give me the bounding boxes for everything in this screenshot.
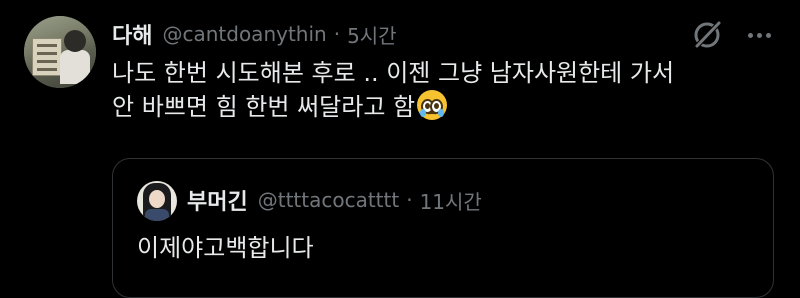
timestamp[interactable]: 5시간 (347, 20, 397, 49)
grok-icon[interactable] (690, 18, 724, 52)
pleading-face-emoji-icon (417, 90, 448, 120)
quoted-avatar-shirt (145, 209, 169, 221)
quoted-separator-dot: · (406, 188, 413, 212)
avatar-person-head (64, 30, 86, 52)
more-options-icon[interactable] (742, 20, 776, 50)
tweet-text-line-1: 나도 한번 시도해본 후로 .. 이젠 그냥 남자사원한테 가서 (112, 59, 675, 87)
tweet-text: 나도 한번 시도해본 후로 .. 이젠 그냥 남자사원한테 가서 안 바쁘면 힘… (112, 56, 782, 124)
tweet-header: 다해 @cantdoanythin · 5시간 (112, 16, 397, 52)
tweet[interactable]: 다해 @cantdoanythin · 5시간 나도 한번 시도해본 후로 ..… (0, 0, 800, 298)
quoted-author-name: 부머긴 (187, 190, 248, 215)
author-name[interactable]: 다해 (112, 18, 152, 50)
avatar-sign (32, 38, 62, 76)
quoted-avatar-face (149, 190, 165, 208)
avatar-person-body (60, 50, 90, 84)
quoted-tweet[interactable]: 부머긴 @ttttacocatttt · 11시간 이제야고백합니다 (112, 158, 774, 298)
quoted-avatar[interactable] (137, 181, 177, 221)
tweet-text-line-2-row: 안 바쁘면 힘 한번 써달라고 함 (112, 90, 782, 124)
quoted-author-handle: @ttttacocatttt (257, 188, 400, 212)
quoted-header: 부머긴 @ttttacocatttt · 11시간 (187, 182, 482, 218)
avatar[interactable] (24, 16, 96, 88)
quoted-timestamp: 11시간 (419, 189, 482, 214)
author-handle[interactable]: @cantdoanythin (162, 22, 326, 46)
quoted-text: 이제야고백합니다 (137, 234, 314, 262)
separator-dot: · (333, 22, 341, 46)
tweet-text-line-2: 안 바쁘면 힘 한번 써달라고 함 (112, 93, 416, 121)
